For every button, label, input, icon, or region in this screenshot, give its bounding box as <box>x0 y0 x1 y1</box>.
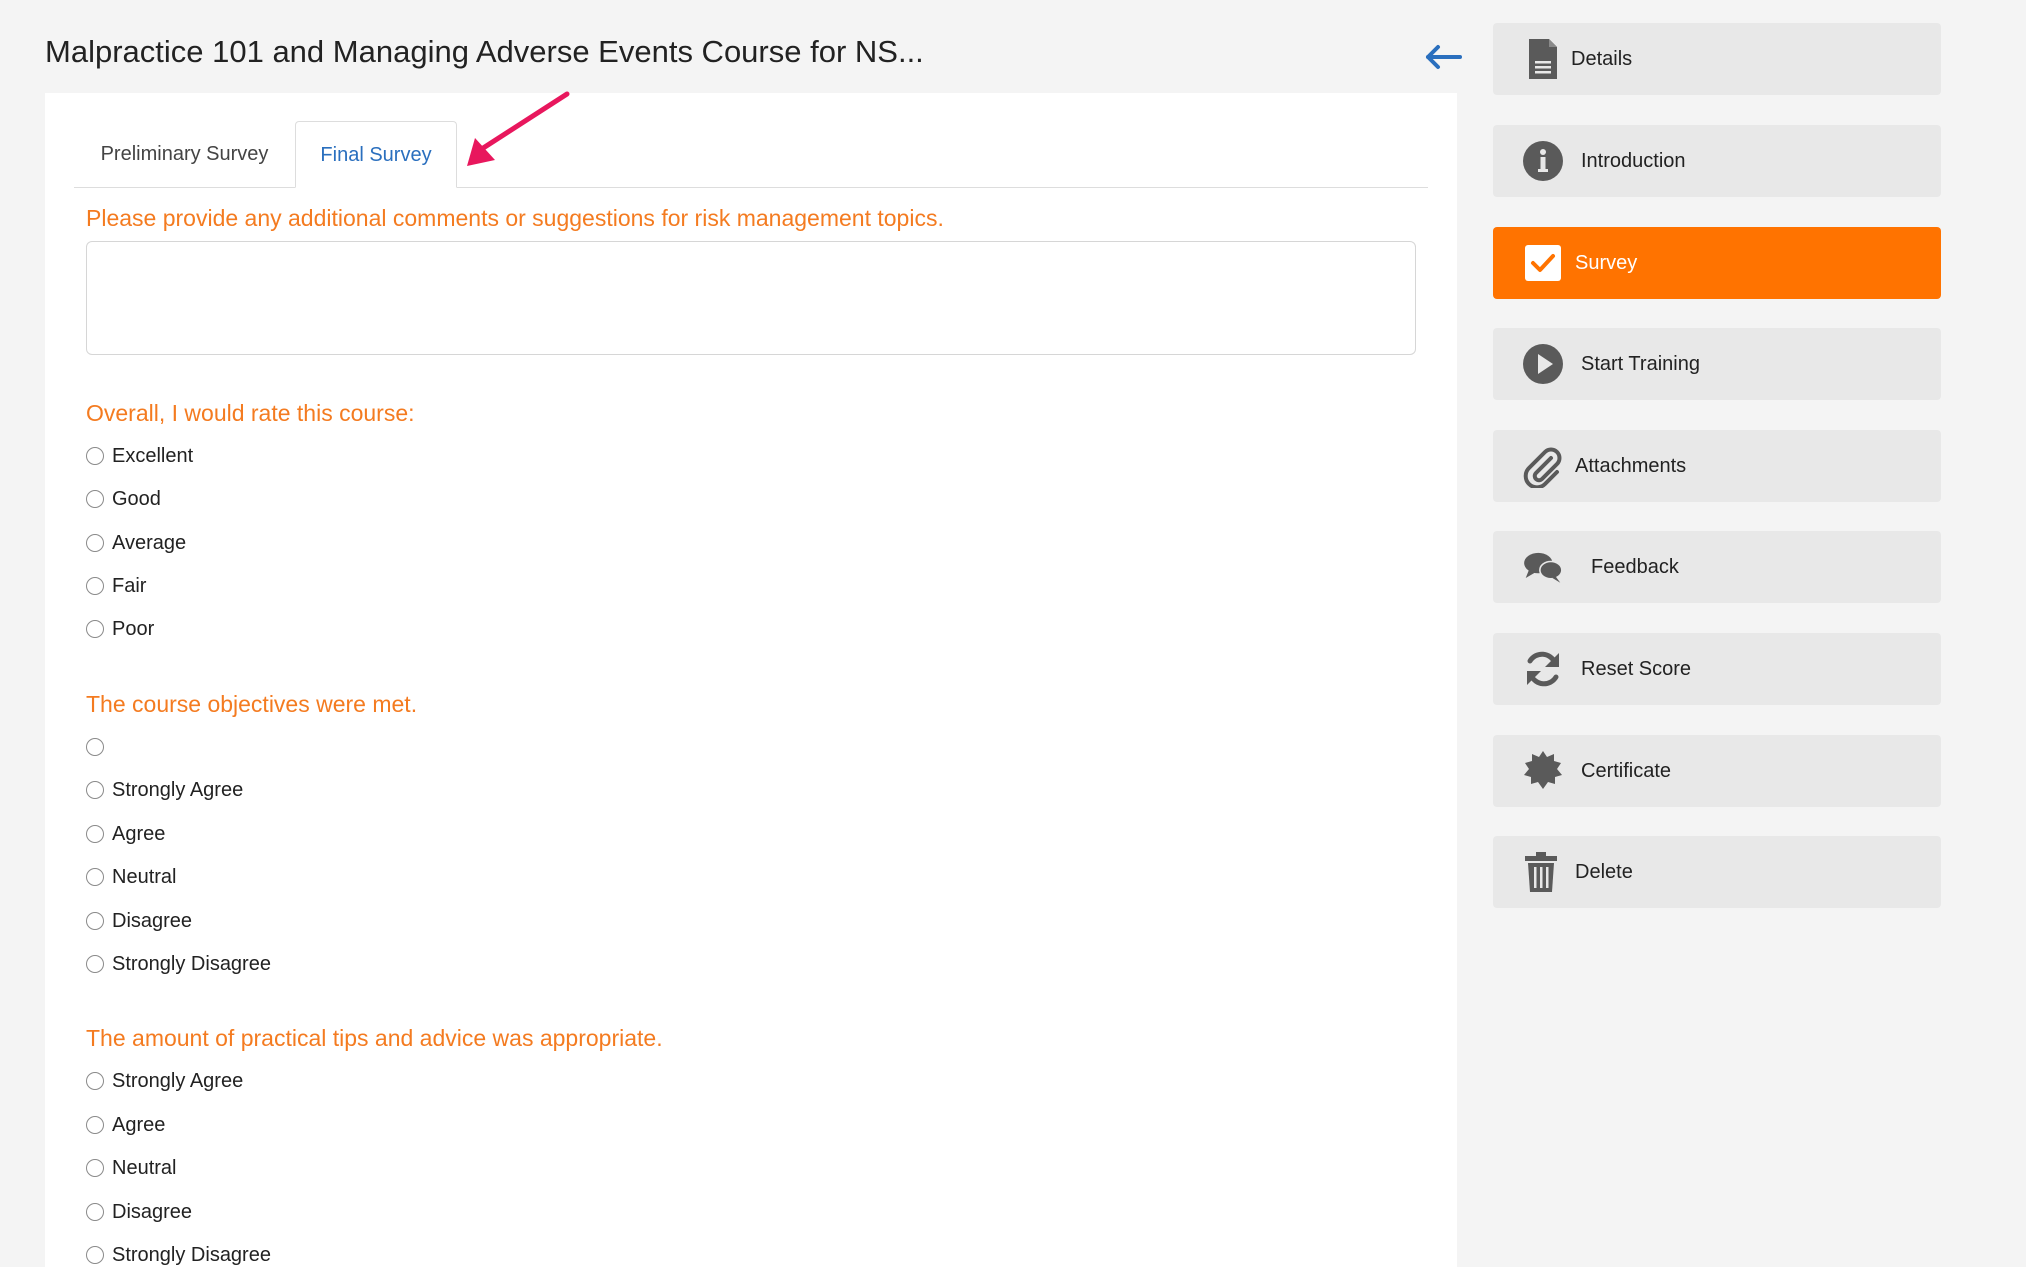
radio-button[interactable] <box>86 1246 104 1264</box>
radio-button[interactable] <box>86 1203 104 1221</box>
sidebar-item-survey[interactable]: Survey <box>1493 227 1941 299</box>
paperclip-icon <box>1523 447 1562 488</box>
sidebar-item-details[interactable]: Details <box>1493 23 1941 95</box>
sidebar-item-label: Delete <box>1575 861 1633 883</box>
checkbox-icon <box>1525 245 1561 281</box>
radio-button[interactable] <box>86 1116 104 1134</box>
sidebar-item-start-training[interactable]: Start Training <box>1493 328 1941 400</box>
radio-button[interactable] <box>86 868 104 886</box>
radio-button[interactable] <box>86 738 104 756</box>
rating-option-fair[interactable]: Fair <box>86 571 146 601</box>
sidebar-item-attachments[interactable]: Attachments <box>1493 430 1941 502</box>
sidebar-item-certificate[interactable]: Certificate <box>1493 735 1941 807</box>
comments-question: Please provide any additional comments o… <box>86 205 944 231</box>
objectives-option-blank[interactable] <box>86 732 112 762</box>
rating-option-good[interactable]: Good <box>86 484 161 514</box>
practical-tips-question: The amount of practical tips and advice … <box>86 1025 663 1051</box>
rating-option-poor[interactable]: Poor <box>86 614 154 644</box>
tab-preliminary-survey[interactable]: Preliminary Survey <box>74 121 295 187</box>
play-icon <box>1523 344 1563 384</box>
chat-bubbles-icon <box>1524 552 1563 583</box>
radio-button[interactable] <box>86 912 104 930</box>
rating-option-excellent[interactable]: Excellent <box>86 441 193 471</box>
sidebar-item-label: Start Training <box>1581 353 1700 375</box>
sidebar-item-reset-score[interactable]: Reset Score <box>1493 633 1941 705</box>
radio-button[interactable] <box>86 955 104 973</box>
objectives-option-disagree[interactable]: Disagree <box>86 906 192 936</box>
sidebar-item-label: Reset Score <box>1581 658 1692 680</box>
tab-final-survey[interactable]: Final Survey <box>295 121 457 188</box>
info-icon <box>1523 141 1563 181</box>
radio-button[interactable] <box>86 447 104 465</box>
radio-button[interactable] <box>86 534 104 552</box>
radio-button[interactable] <box>86 781 104 799</box>
page-title: Malpractice 101 and Managing Adverse Eve… <box>45 34 924 69</box>
survey-panel: Preliminary Survey Final Survey Please p… <box>45 93 1457 1267</box>
survey-tabs: Preliminary Survey Final Survey <box>74 121 1428 188</box>
radio-button[interactable] <box>86 620 104 638</box>
radio-button[interactable] <box>86 577 104 595</box>
tips-option-agree[interactable]: Agree <box>86 1110 165 1140</box>
radio-button[interactable] <box>86 825 104 843</box>
tips-option-disagree[interactable]: Disagree <box>86 1197 192 1227</box>
objectives-option-strongly-agree[interactable]: Strongly Agree <box>86 775 243 805</box>
sidebar-item-feedback[interactable]: Feedback <box>1493 531 1941 603</box>
sidebar-item-label: Certificate <box>1581 760 1672 782</box>
rating-question: Overall, I would rate this course: <box>86 400 415 426</box>
sidebar-item-label: Introduction <box>1581 150 1686 172</box>
sidebar-item-label: Survey <box>1575 252 1638 274</box>
radio-button[interactable] <box>86 490 104 508</box>
objectives-option-strongly-disagree[interactable]: Strongly Disagree <box>86 949 271 979</box>
annotation-arrow-icon <box>467 91 570 166</box>
tips-option-neutral[interactable]: Neutral <box>86 1153 176 1183</box>
document-icon <box>1529 39 1557 79</box>
trash-icon <box>1525 852 1557 892</box>
objectives-option-neutral[interactable]: Neutral <box>86 862 176 892</box>
objectives-question: The course objectives were met. <box>86 691 418 717</box>
radio-button[interactable] <box>86 1159 104 1177</box>
sidebar-item-introduction[interactable]: Introduction <box>1493 125 1941 197</box>
tips-option-strongly-agree[interactable]: Strongly Agree <box>86 1066 243 1096</box>
rating-option-average[interactable]: Average <box>86 528 186 558</box>
radio-button[interactable] <box>86 1072 104 1090</box>
objectives-option-agree[interactable]: Agree <box>86 819 165 849</box>
back-arrow-icon[interactable] <box>1424 40 1464 74</box>
tips-option-strongly-disagree[interactable]: Strongly Disagree <box>86 1240 271 1267</box>
sidebar-item-delete[interactable]: Delete <box>1493 836 1941 908</box>
refresh-icon <box>1527 651 1559 687</box>
sidebar-item-label: Feedback <box>1591 556 1679 578</box>
certificate-icon <box>1524 751 1562 789</box>
sidebar-item-label: Attachments <box>1575 455 1687 477</box>
sidebar-item-label: Details <box>1571 48 1633 70</box>
comments-textarea[interactable] <box>86 241 1416 355</box>
